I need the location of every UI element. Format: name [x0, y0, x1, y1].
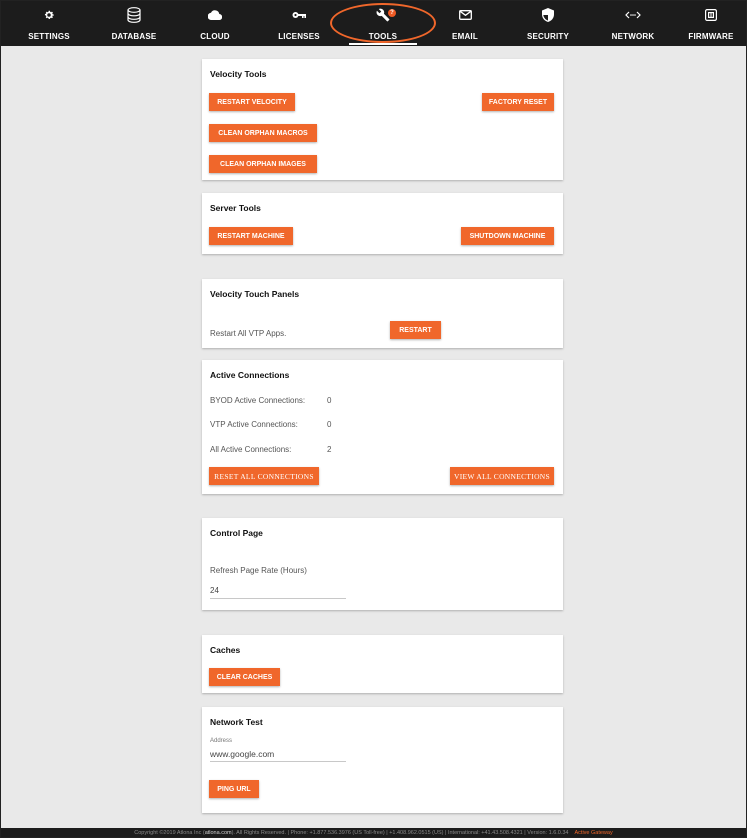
card-title: Velocity Tools	[210, 69, 267, 79]
card-title: Network Test	[210, 717, 263, 727]
card-title: Server Tools	[210, 203, 261, 213]
refresh-rate-input[interactable]: 24	[210, 586, 219, 595]
restart-machine-button[interactable]: RESTART MACHINE	[209, 227, 293, 245]
ping-url-button[interactable]: PING URL	[209, 780, 259, 798]
restart-vtp-button[interactable]: RESTART	[390, 321, 441, 339]
card-title: Active Connections	[210, 370, 290, 380]
address-label: Address	[210, 738, 233, 744]
mail-icon	[425, 7, 505, 23]
nav-label: CLOUD	[200, 32, 230, 41]
shield-icon	[508, 7, 588, 23]
app-frame: SETTINGS DATABASE CLOUD LICENSES ? TOOLS…	[0, 0, 747, 838]
address-underline	[210, 761, 346, 762]
nav-label: DATABASE	[111, 32, 157, 41]
restart-velocity-button[interactable]: RESTART VELOCITY	[209, 93, 295, 111]
byod-connections-value: 0	[327, 396, 332, 405]
nav-item-licenses[interactable]: LICENSES	[259, 1, 339, 46]
nav-label: SETTINGS	[28, 32, 70, 41]
reset-all-connections-button[interactable]: RESET ALL CONNECTIONS	[209, 467, 319, 485]
vtp-connections-label: VTP Active Connections:	[210, 420, 298, 429]
refresh-rate-label: Refresh Page Rate (Hours)	[210, 566, 307, 575]
footer: Copyright ©2019 Atlona Inc (atlona.com).…	[1, 828, 746, 837]
byod-connections-label: BYOD Active Connections:	[210, 396, 306, 405]
nav-label: SECURITY	[526, 32, 570, 41]
server-tools-card: Server Tools RESTART MACHINE SHUTDOWN MA…	[202, 193, 563, 254]
active-gateway-label[interactable]: Active Gateway	[575, 830, 613, 836]
address-input[interactable]: www.google.com	[210, 749, 274, 759]
active-connections-card: Active Connections BYOD Active Connectio…	[202, 360, 563, 494]
nav-item-settings[interactable]: SETTINGS	[9, 1, 89, 46]
restart-vtp-description: Restart All VTP Apps.	[210, 329, 287, 338]
card-title: Caches	[210, 645, 241, 655]
footer-link[interactable]: atlona.com	[205, 830, 232, 836]
all-connections-value: 2	[327, 445, 332, 454]
factory-reset-button[interactable]: FACTORY RESET	[482, 93, 554, 111]
database-icon	[94, 7, 174, 23]
nav-item-security[interactable]: SECURITY	[508, 1, 588, 46]
footer-copyright: Copyright ©2019 Atlona Inc (	[134, 830, 205, 836]
cloud-icon	[175, 7, 255, 23]
view-all-connections-button[interactable]: VIEW ALL CONNECTIONS	[450, 467, 554, 485]
nav-item-database[interactable]: DATABASE	[94, 1, 174, 46]
firmware-icon	[671, 7, 746, 23]
top-nav: SETTINGS DATABASE CLOUD LICENSES ? TOOLS…	[1, 1, 746, 46]
footer-contact: ). All Rights Reserved. | Phone: +1.877.…	[231, 830, 569, 836]
nav-item-firmware[interactable]: FIRMWARE	[671, 1, 746, 46]
clean-orphan-images-button[interactable]: CLEAN ORPHAN IMAGES	[209, 155, 317, 173]
network-test-card: Network Test Address www.google.com PING…	[202, 707, 563, 813]
nav-label: EMAIL	[452, 32, 478, 41]
nav-item-email[interactable]: EMAIL	[425, 1, 505, 46]
refresh-rate-underline	[210, 598, 346, 599]
nav-label: NETWORK	[611, 32, 655, 41]
touch-panels-card: Velocity Touch Panels Restart All VTP Ap…	[202, 279, 563, 348]
all-connections-label: All Active Connections:	[210, 445, 292, 454]
caches-card: Caches CLEAR CACHES	[202, 635, 563, 693]
network-icon	[593, 7, 673, 23]
card-title: Velocity Touch Panels	[210, 289, 300, 299]
nav-item-network[interactable]: NETWORK	[593, 1, 673, 46]
active-tab-indicator	[349, 43, 417, 45]
tools-highlight-ring	[330, 3, 436, 43]
shutdown-machine-button[interactable]: SHUTDOWN MACHINE	[461, 227, 554, 245]
velocity-tools-card: Velocity Tools RESTART VELOCITY FACTORY …	[202, 59, 563, 180]
clear-caches-button[interactable]: CLEAR CACHES	[209, 668, 280, 686]
nav-item-cloud[interactable]: CLOUD	[175, 1, 255, 46]
clean-orphan-macros-button[interactable]: CLEAN ORPHAN MACROS	[209, 124, 317, 142]
card-title: Control Page	[210, 528, 263, 538]
nav-label: FIRMWARE	[688, 32, 734, 41]
gear-icon	[9, 7, 89, 23]
nav-label: LICENSES	[278, 32, 320, 41]
control-page-card: Control Page Refresh Page Rate (Hours) 2…	[202, 518, 563, 610]
vtp-connections-value: 0	[327, 420, 332, 429]
key-icon	[259, 7, 339, 23]
